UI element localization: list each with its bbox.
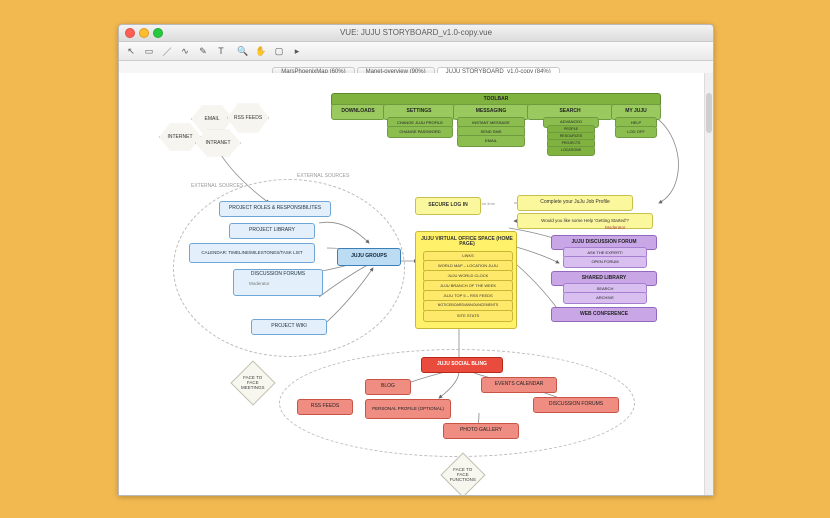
text-icon[interactable]: T [215, 45, 227, 57]
profile-prompt: Complete your JuJu Job Profile [517, 195, 633, 211]
zoom-icon[interactable]: 🔍 [237, 45, 249, 57]
label-moderator-2: Moderator [605, 225, 626, 230]
groups-header: JUJU GROUPS [337, 248, 401, 266]
curve-icon[interactable]: ∿ [179, 45, 191, 57]
purple-webconf: WEB CONFERENCE [551, 307, 657, 322]
diamond-functions: FACE TO FACE FUNCTIONS [440, 452, 485, 495]
hex-intranet: INTRANET [195, 129, 241, 157]
social-forums: DISCUSSION FORUMS [533, 397, 619, 413]
groups-forums: DISCUSSION FORUMS [233, 269, 323, 296]
purple-shared-2: ARCHIVE [563, 292, 647, 304]
maximize-icon[interactable] [153, 28, 163, 38]
social-profile: PERSONAL PROFILE (OPTIONAL) [365, 399, 451, 419]
social-gallery: PHOTO GALLERY [443, 423, 519, 439]
scrollbar-thumb[interactable] [706, 93, 712, 133]
help-prompt: Would you like some Help 'Getting Starte… [517, 213, 653, 229]
path-icon[interactable]: ✎ [197, 45, 209, 57]
window-title: VUE: JUJU STORYBOARD_v1.0-copy.vue [119, 25, 713, 41]
hex-email-label: EMAIL [204, 116, 219, 122]
present-icon[interactable]: ▢ [273, 45, 285, 57]
home-title: JUJU VIRTUAL OFFICE SPACE (HOME PAGE) [417, 233, 517, 251]
diamond-meetings-label: FACE TO FACE MEETINGS [238, 376, 268, 391]
toolbar-search-5: LOCATIONS [547, 146, 595, 156]
line-icon[interactable]: ／ [161, 45, 173, 57]
pointer-icon[interactable]: ↖ [125, 45, 137, 57]
diamond-functions-label: FACE TO FACE FUNCTIONS [448, 468, 478, 483]
app-toolbar: ↖ ▭ ／ ∿ ✎ T 🔍 ✋ ▢ ▸ [119, 42, 713, 61]
hex-rss-label: RSS FEEDS [234, 115, 262, 121]
purple-disc-2: OPEN FORUM [563, 256, 647, 268]
traffic-lights [125, 28, 163, 38]
home-item-6: SITE STATS [423, 310, 513, 322]
toolbar-msg-3: EMAIL [457, 135, 525, 147]
hex-rss: RSS FEEDS [227, 103, 269, 133]
canvas[interactable]: INTERNET EMAIL INTRANET RSS FEEDS EXTERN… [119, 73, 713, 495]
social-header: JUJU SOCIAL BLING [421, 357, 503, 373]
label-firsttime: 1st time [481, 201, 495, 206]
social-blog: BLOG [365, 379, 411, 395]
groups-wiki: PROJECT WIKI [251, 319, 327, 335]
hex-intranet-label: INTRANET [206, 140, 231, 146]
social-events: EVENTS CALENDAR [481, 377, 557, 393]
groups-library: PROJECT LIBRARY [229, 223, 315, 239]
play-icon[interactable]: ▸ [291, 45, 303, 57]
diamond-meetings: FACE TO FACE MEETINGS [230, 360, 275, 405]
minimize-icon[interactable] [139, 28, 149, 38]
toolbar-downloads: DOWNLOADS [331, 104, 385, 120]
app-window: VUE: JUJU STORYBOARD_v1.0-copy.vue ↖ ▭ ／… [118, 24, 714, 496]
groups-calendar: CALENDAR: TIMELINE/MILESTONES/TASK LIST [189, 243, 315, 263]
titlebar: VUE: JUJU STORYBOARD_v1.0-copy.vue [119, 25, 713, 42]
scrollbar-vertical[interactable] [704, 73, 713, 495]
toolbar-myjuju-2: LOG OFF [615, 126, 657, 138]
toolbar-settings-2: CHANGE PASSWORD [387, 126, 453, 138]
groups-roles: PROJECT ROLES & RESPONSIBILITES [219, 201, 331, 217]
hand-icon[interactable]: ✋ [255, 45, 267, 57]
label-moderator: Moderator [249, 281, 270, 286]
login-node: SECURE LOG IN [415, 197, 481, 215]
hex-internet-label: INTERNET [168, 134, 193, 140]
hex-internet: INTERNET [159, 123, 201, 151]
close-icon[interactable] [125, 28, 135, 38]
label-external-2: EXTERNAL SOURCES [297, 173, 349, 179]
rect-icon[interactable]: ▭ [143, 45, 155, 57]
hex-email: EMAIL [191, 105, 233, 133]
social-rss: RSS FEEDS [297, 399, 353, 415]
